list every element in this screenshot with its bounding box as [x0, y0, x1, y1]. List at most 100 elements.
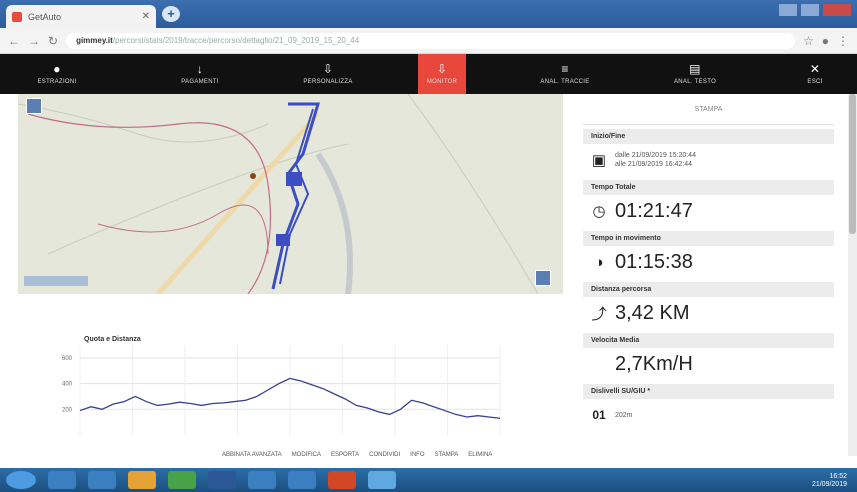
- tab-title: GetAuto: [28, 11, 62, 22]
- back-arrow-icon[interactable]: ←: [8, 34, 20, 48]
- distanza-text: 3,42 KM: [615, 301, 690, 324]
- star-icon[interactable]: ☆: [803, 34, 814, 48]
- toolbar-label: PAGAMENTI: [181, 79, 219, 85]
- menu-icon[interactable]: ⋮: [837, 34, 849, 48]
- taskbar-app-ie[interactable]: [88, 471, 116, 489]
- toolbar-label: ESTRAZIONI: [37, 79, 77, 85]
- browser-tab-bar: GetAuto ✕ +: [0, 0, 857, 28]
- inizio-fine-heading: Inizio/Fine: [583, 129, 834, 144]
- action-link-7[interactable]: ELIMINA: [468, 452, 492, 458]
- tempo-totale-heading: Tempo Totale: [583, 180, 834, 195]
- toolbar-item-2[interactable]: ↓ PAGAMENTI: [150, 54, 250, 94]
- tempo-totale-value: ◷ 01:21:47: [583, 195, 834, 227]
- toolbar-icon: ≡: [561, 62, 569, 76]
- action-link-5[interactable]: INFO: [410, 452, 424, 458]
- forward-arrow-icon[interactable]: →: [28, 34, 40, 48]
- url-path: /percorsi/stats/2019/tracce/percorso/det…: [112, 35, 360, 45]
- taskbar-app-chrome[interactable]: [128, 471, 156, 489]
- page-scrollbar[interactable]: [848, 94, 857, 456]
- half-circle-icon: ◑: [594, 253, 604, 271]
- velocita-value: 2,7Km/H: [583, 348, 834, 380]
- toolbar-label: ANAL. TESTO: [673, 79, 717, 85]
- map-layers-icon[interactable]: [26, 98, 42, 114]
- toolbar-icon: ↓: [196, 62, 204, 76]
- velocita-heading: Velocita Media: [583, 333, 834, 348]
- reload-icon[interactable]: ↻: [48, 34, 58, 48]
- close-tab-icon[interactable]: ✕: [142, 11, 150, 22]
- url-host: gimmey.it: [76, 35, 113, 45]
- map-canvas: [18, 94, 563, 294]
- action-link-2[interactable]: MODIFICA: [292, 452, 321, 458]
- toolbar-icon: ●: [53, 62, 61, 76]
- scrollbar-thumb[interactable]: [849, 94, 856, 234]
- alle-text: alle 21/09/2019 16:42:44: [615, 161, 693, 168]
- inizio-fine-value: ▣ dalle 21/09/2019 15:20:44 alle 21/09/2…: [583, 144, 834, 176]
- toolbar-item-6[interactable]: ▤ ANAL. TESTO: [640, 54, 750, 94]
- browser-tab[interactable]: GetAuto ✕: [6, 5, 156, 28]
- distanza-value: ⤴ 3,42 KM: [583, 297, 834, 329]
- maximize-button[interactable]: [801, 4, 819, 16]
- taskbar-app-powerpoint[interactable]: [328, 471, 356, 489]
- tempo-movimento-heading: Tempo in movimento: [583, 231, 834, 246]
- clock-time: 16:52: [829, 473, 847, 480]
- app-toolbar: ● ESTRAZIONI ↓ PAGAMENTI ⇩ PERSONALIZZA ⇩ MONIT…: [0, 54, 857, 94]
- window-controls: [779, 4, 851, 16]
- taskbar-app-mail[interactable]: [288, 471, 316, 489]
- action-link-1[interactable]: ABBINATA AVANZATA: [222, 452, 282, 458]
- stats-panel: STAMPA Inizio/Fine ▣ dalle 21/09/2019 15…: [583, 94, 834, 456]
- clock-date: 21/09/2019: [811, 481, 847, 488]
- minimize-button[interactable]: [779, 4, 797, 16]
- action-link-6[interactable]: STAMPA: [435, 452, 459, 458]
- taskbar-app-skype[interactable]: [248, 471, 276, 489]
- y-tick-label: 400: [62, 382, 73, 388]
- print-banner[interactable]: STAMPA: [583, 94, 834, 125]
- taskbar-app-excel[interactable]: [168, 471, 196, 489]
- dislivelli-heading: Dislivelli SU/GIU *: [583, 384, 834, 399]
- toolbar-item-4[interactable]: ⇩ MONITOR: [418, 54, 466, 94]
- toolbar-label: PERSONALIZZA: [303, 79, 353, 85]
- route-icon: ⤴: [591, 305, 607, 323]
- toolbar-label: ANAL. TRACCIE: [540, 79, 590, 85]
- taskbar-app-explorer[interactable]: [48, 471, 76, 489]
- toolbar-item-1[interactable]: ● ESTRAZIONI: [12, 54, 102, 94]
- toolbar-item-3[interactable]: ⇩ PERSONALIZZA: [278, 54, 378, 94]
- toolbar-icon: ⇩: [436, 62, 448, 76]
- action-strip: ABBINATA AVANZATA MODIFICA ESPORTA CONDIVID…: [222, 452, 492, 458]
- y-tick-label: 200: [62, 407, 73, 413]
- action-link-3[interactable]: ESPORTA: [331, 452, 359, 458]
- y-tick-label: 600: [62, 356, 73, 362]
- dalle-text: dalle 21/09/2019 15:20:44: [615, 152, 696, 159]
- toolbar-icon: ▤: [689, 62, 701, 76]
- dislivelli-icon: 01: [592, 408, 606, 422]
- stopwatch-icon: ◷: [592, 203, 606, 220]
- new-tab-button[interactable]: +: [162, 6, 180, 22]
- toolbar-item-5[interactable]: ≡ ANAL. TRACCIE: [510, 54, 620, 94]
- calendar-icon: ▣: [591, 152, 607, 169]
- taskbar-app-word[interactable]: [208, 471, 236, 489]
- toolbar-label: ESCI: [807, 79, 823, 85]
- action-link-4[interactable]: CONDIVIDI: [369, 452, 400, 458]
- map-scale-bar: [24, 276, 88, 286]
- taskbar-app-paint[interactable]: [368, 471, 396, 489]
- taskbar-clock[interactable]: 16:52 21/09/2019: [812, 473, 847, 489]
- dislivelli-text: 202m: [615, 411, 633, 419]
- elevation-chart: 600 400 200: [62, 345, 501, 435]
- map-fullscreen-icon[interactable]: [535, 270, 551, 286]
- dislivelli-value: 01 202m: [583, 399, 834, 431]
- os-taskbar: 16:52 21/09/2019: [0, 468, 857, 492]
- velocita-text: 2,7Km/H: [615, 352, 693, 375]
- url-field[interactable]: gimmey.it/percorsi/stats/2019/tracce/per…: [66, 32, 795, 49]
- tempo-totale-text: 01:21:47: [615, 199, 693, 222]
- tempo-movimento-text: 01:15:38: [615, 250, 693, 273]
- tempo-movimento-value: ◑ 01:15:38: [583, 246, 834, 278]
- toolbar-label: MONITOR: [426, 79, 458, 85]
- profile-icon[interactable]: ●: [822, 34, 829, 48]
- toolbar-item-7[interactable]: ✕ ESCI: [780, 54, 850, 94]
- route-map[interactable]: [18, 94, 563, 294]
- favicon-icon: [12, 11, 22, 22]
- close-window-button[interactable]: [823, 4, 851, 16]
- start-button[interactable]: [6, 471, 36, 489]
- toolbar-icon: ✕: [809, 62, 821, 76]
- toolbar-icon: ⇩: [322, 62, 334, 76]
- distanza-heading: Distanza percorsa: [583, 282, 834, 297]
